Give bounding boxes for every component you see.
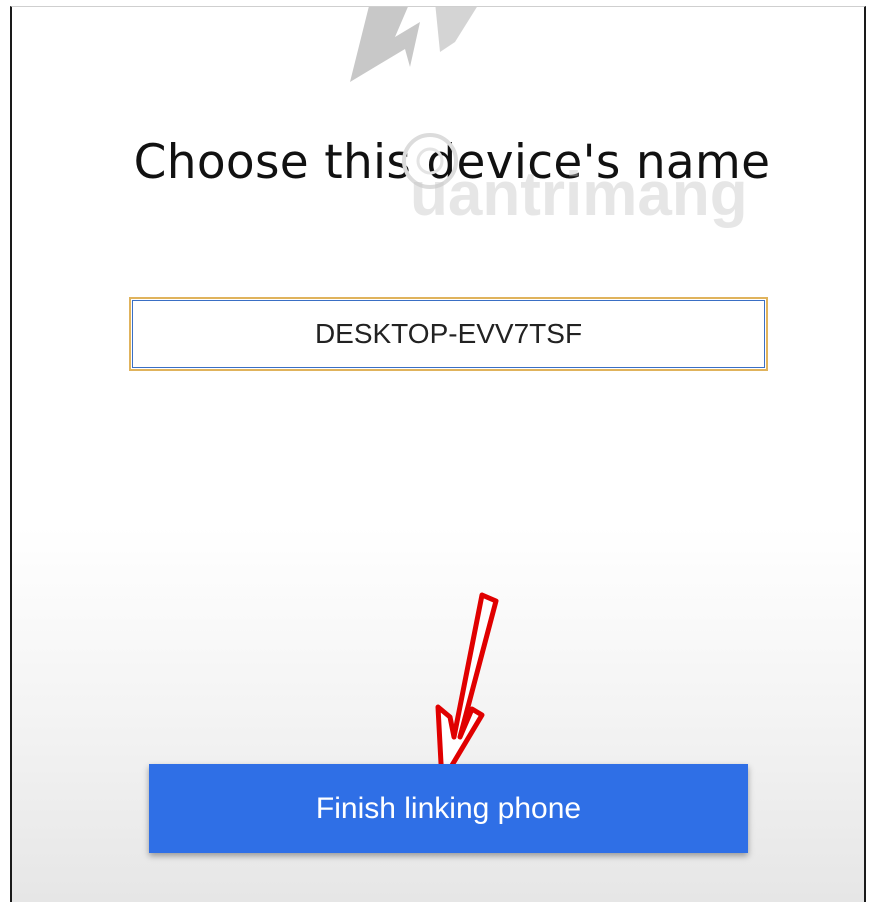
- finish-linking-button[interactable]: Finish linking phone: [149, 764, 748, 853]
- screenshot-frame: Choose this device's name uantrimang Fin…: [0, 0, 870, 902]
- link-phone-dialog: Choose this device's name uantrimang Fin…: [10, 6, 866, 902]
- device-name-input[interactable]: [129, 297, 768, 371]
- page-title: Choose this device's name: [133, 135, 771, 190]
- app-logo-icon: [350, 7, 477, 82]
- red-arrow-annotation: [435, 592, 499, 785]
